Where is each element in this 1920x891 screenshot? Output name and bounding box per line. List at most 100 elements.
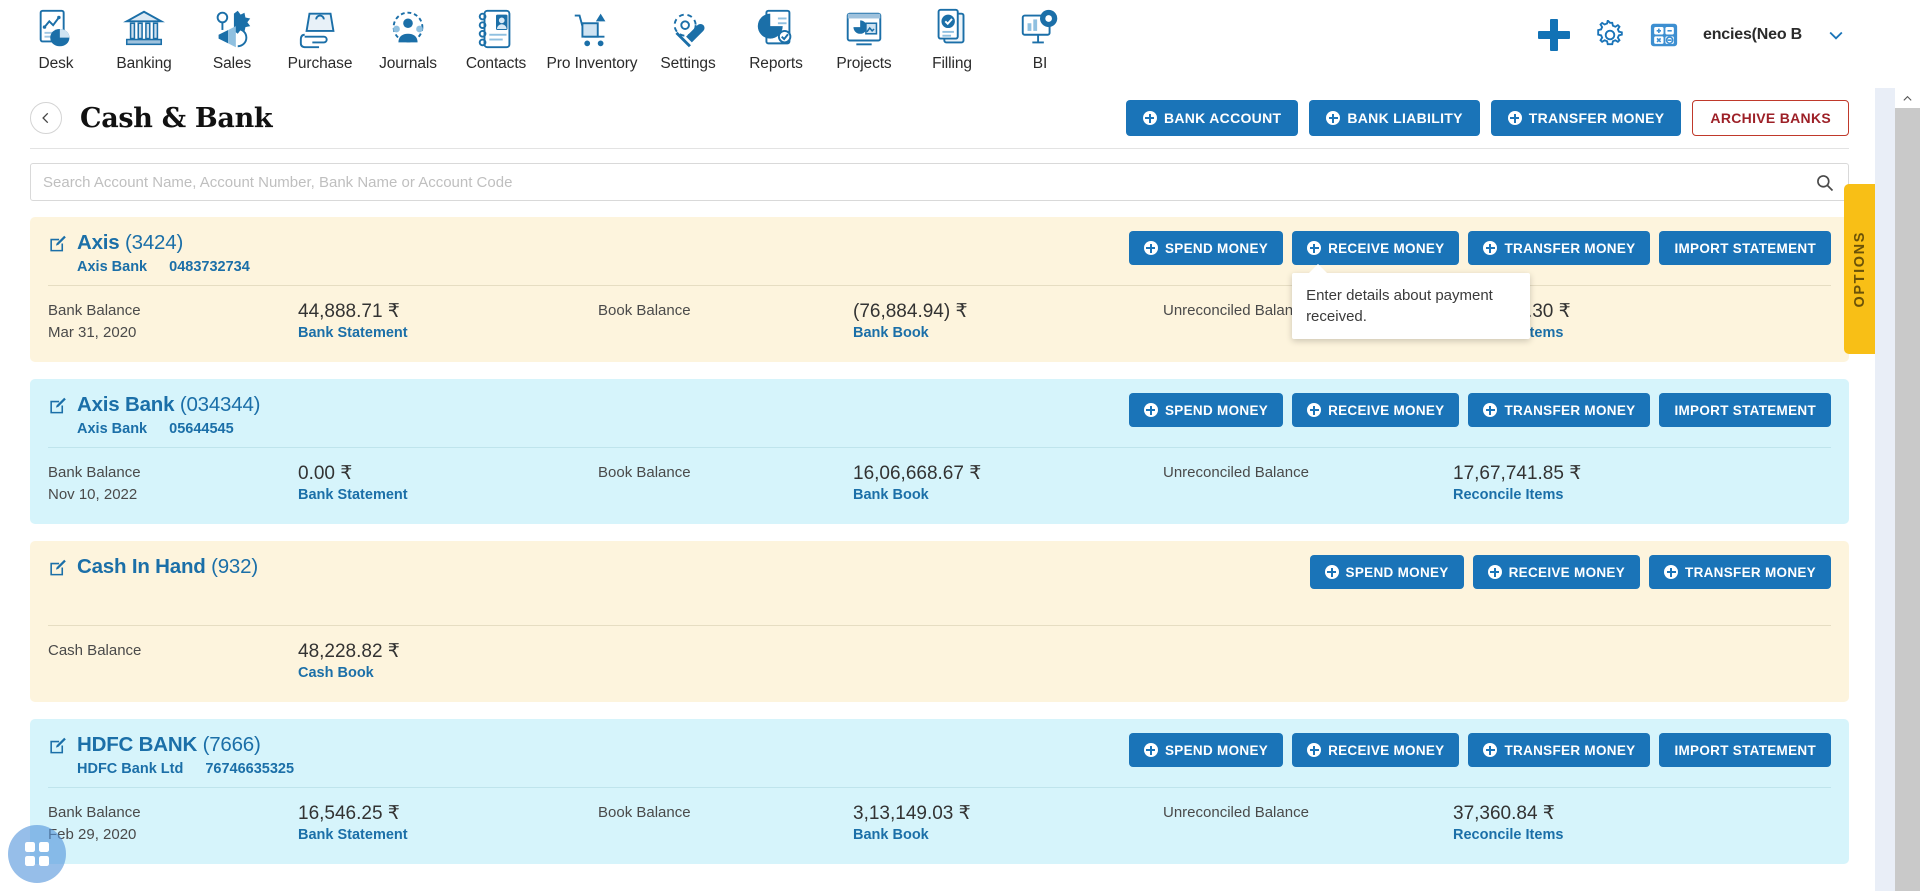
bank-statement-link[interactable]: Bank Statement bbox=[298, 485, 598, 506]
nav-item-reports[interactable]: Reports bbox=[732, 0, 820, 86]
reports-piechart-icon bbox=[757, 9, 792, 45]
button-label: RECEIVE MONEY bbox=[1328, 742, 1445, 758]
edit-pencil-icon[interactable] bbox=[48, 736, 67, 755]
back-button[interactable] bbox=[30, 102, 62, 134]
page-header: Cash & Bank BANK ACCOUNT BANK LIABILITY … bbox=[0, 88, 1875, 148]
card-balances: Cash Balance 48,228.82 ₹ Cash Book bbox=[30, 626, 1849, 702]
receive-money-button[interactable]: RECEIVE MONEY bbox=[1292, 393, 1460, 427]
import-statement-button[interactable]: IMPORT STATEMENT bbox=[1659, 393, 1831, 427]
nav-item-banking[interactable]: Banking bbox=[100, 0, 188, 86]
bank-statement-link[interactable]: Bank Statement bbox=[298, 825, 598, 846]
book-balance-label-col: Book Balance bbox=[598, 300, 853, 322]
button-label: RECEIVE MONEY bbox=[1508, 564, 1626, 580]
spend-money-button[interactable]: SPEND MONEY bbox=[1128, 733, 1284, 767]
card-balances: Bank Balance Nov 10, 2022 0.00 ₹ Bank St… bbox=[30, 448, 1849, 524]
plus-icon[interactable] bbox=[1537, 18, 1571, 52]
page-header-actions: BANK ACCOUNT BANK LIABILITY TRANSFER MON… bbox=[1125, 100, 1849, 136]
edit-pencil-icon[interactable] bbox=[48, 396, 67, 415]
search-icon[interactable] bbox=[1815, 173, 1835, 193]
apps-floating-button[interactable] bbox=[8, 825, 66, 883]
bank-balance-value: 44,888.71 ₹ bbox=[298, 301, 400, 322]
settings-gear-wrench-icon bbox=[673, 13, 705, 48]
card-title[interactable]: Axis (3424) bbox=[77, 231, 183, 255]
bank-balance-label: Bank Balance bbox=[48, 302, 141, 319]
card-subtitle: HDFC Bank Ltd 76746635325 bbox=[48, 761, 294, 777]
bank-account-card: Axis (3424) Axis Bank 0483732734 SPEND M… bbox=[30, 217, 1849, 362]
bank-book-link[interactable]: Bank Book bbox=[853, 825, 1163, 846]
search-input[interactable] bbox=[31, 164, 1848, 200]
bank-building-icon bbox=[123, 10, 165, 46]
button-label: BANK ACCOUNT bbox=[1163, 110, 1282, 126]
scroll-up-arrow[interactable] bbox=[1895, 88, 1920, 108]
nav-item-bi[interactable]: BI bbox=[996, 0, 1084, 86]
calculator-icon[interactable] bbox=[1649, 20, 1679, 50]
edit-pencil-icon[interactable] bbox=[48, 234, 67, 253]
button-label: IMPORT STATEMENT bbox=[1674, 402, 1816, 418]
receive-money-button[interactable]: RECEIVE MONEY bbox=[1292, 231, 1460, 265]
account-code: (034344) bbox=[179, 393, 261, 416]
card-transfer-money-button[interactable]: TRANSFER MONEY bbox=[1468, 231, 1651, 265]
nav-item-journals[interactable]: Journals bbox=[364, 0, 452, 86]
account-code: (7666) bbox=[202, 733, 261, 756]
spend-money-button[interactable]: SPEND MONEY bbox=[1128, 393, 1284, 427]
plus-circle-icon bbox=[1324, 565, 1339, 579]
card-title[interactable]: Cash In Hand (932) bbox=[77, 555, 258, 579]
nav-item-pro-inventory[interactable]: Pro Inventory bbox=[540, 0, 644, 86]
transfer-money-button[interactable]: TRANSFER MONEY bbox=[1490, 100, 1682, 136]
search-box[interactable] bbox=[30, 163, 1849, 201]
add-bank-account-button[interactable]: BANK ACCOUNT bbox=[1125, 100, 1299, 136]
nav-item-filling[interactable]: Filling bbox=[908, 0, 996, 86]
archive-banks-button[interactable]: ARCHIVE BANKS bbox=[1692, 100, 1849, 136]
button-label: TRANSFER MONEY bbox=[1504, 240, 1636, 256]
card-actions: SPEND MONEY RECEIVE MONEY Enter details … bbox=[1128, 231, 1831, 339]
options-tab[interactable]: OPTIONS bbox=[1844, 184, 1875, 354]
spend-money-button[interactable]: SPEND MONEY bbox=[1309, 555, 1464, 589]
cash-book-link[interactable]: Cash Book bbox=[298, 663, 598, 684]
nav-item-desk[interactable]: Desk bbox=[12, 0, 100, 86]
bank-balance-value-col: 44,888.71 ₹ Bank Statement bbox=[298, 300, 598, 344]
bi-monitor-gear-icon bbox=[1021, 9, 1058, 44]
nav-item-contacts[interactable]: Contacts bbox=[452, 0, 540, 86]
bank-book-link[interactable]: Bank Book bbox=[853, 485, 1163, 506]
reconcile-items-link[interactable]: Reconcile Items bbox=[1453, 825, 1831, 846]
gear-icon[interactable] bbox=[1595, 20, 1625, 50]
plus-circle-icon bbox=[1143, 743, 1158, 757]
import-statement-button[interactable]: IMPORT STATEMENT bbox=[1659, 733, 1831, 767]
nav-label: Filling bbox=[932, 55, 972, 72]
scrollbar-thumb[interactable] bbox=[1895, 88, 1920, 568]
spend-money-button[interactable]: SPEND MONEY bbox=[1128, 231, 1284, 265]
book-balance-label: Book Balance bbox=[598, 302, 691, 319]
add-bank-liability-button[interactable]: BANK LIABILITY bbox=[1309, 100, 1480, 136]
button-label: SPEND MONEY bbox=[1164, 240, 1269, 256]
card-transfer-money-button[interactable]: TRANSFER MONEY bbox=[1468, 733, 1651, 767]
account-number: 05644545 bbox=[169, 421, 234, 437]
card-title[interactable]: Axis Bank (034344) bbox=[77, 393, 260, 417]
account-name: Cash In Hand bbox=[77, 555, 206, 578]
page-scroll-area[interactable]: Cash & Bank BANK ACCOUNT BANK LIABILITY … bbox=[0, 88, 1875, 891]
card-transfer-money-button[interactable]: TRANSFER MONEY bbox=[1468, 393, 1651, 427]
receive-money-button[interactable]: RECEIVE MONEY bbox=[1472, 555, 1641, 589]
book-balance-value: 3,13,149.03 ₹ bbox=[853, 803, 971, 824]
nav-item-purchase[interactable]: Purchase bbox=[276, 0, 364, 86]
chevron-down-icon[interactable] bbox=[1826, 25, 1846, 45]
bank-account-card: HDFC BANK (7666) HDFC Bank Ltd 767466353… bbox=[30, 719, 1849, 864]
nav-item-settings[interactable]: Settings bbox=[644, 0, 732, 86]
top-navigation: Desk Banking Sales Purchase Journals Con… bbox=[0, 0, 1920, 88]
company-selector[interactable]: encies(Neo B bbox=[1703, 26, 1802, 44]
card-subtitle: Axis Bank 0483732734 bbox=[48, 259, 250, 275]
receive-money-button[interactable]: RECEIVE MONEY bbox=[1292, 733, 1460, 767]
bank-statement-link[interactable]: Bank Statement bbox=[298, 323, 598, 344]
card-transfer-money-button[interactable]: TRANSFER MONEY bbox=[1649, 555, 1831, 589]
unreconciled-balance-label: Unreconciled Balance bbox=[1163, 464, 1309, 481]
reconcile-items-link[interactable]: Reconcile Items bbox=[1453, 485, 1831, 506]
nav-label: Settings bbox=[660, 55, 716, 72]
vertical-scrollbar[interactable] bbox=[1895, 88, 1920, 891]
nav-item-sales[interactable]: Sales bbox=[188, 0, 276, 86]
nav-item-projects[interactable]: Projects bbox=[820, 0, 908, 86]
import-statement-button[interactable]: IMPORT STATEMENT bbox=[1659, 231, 1831, 265]
card-title[interactable]: HDFC BANK (7666) bbox=[77, 733, 261, 757]
card-subtitle: Axis Bank 05644545 bbox=[48, 421, 260, 437]
edit-pencil-icon[interactable] bbox=[48, 558, 67, 577]
button-label: IMPORT STATEMENT bbox=[1674, 240, 1816, 256]
bank-book-link[interactable]: Bank Book bbox=[853, 323, 1163, 344]
